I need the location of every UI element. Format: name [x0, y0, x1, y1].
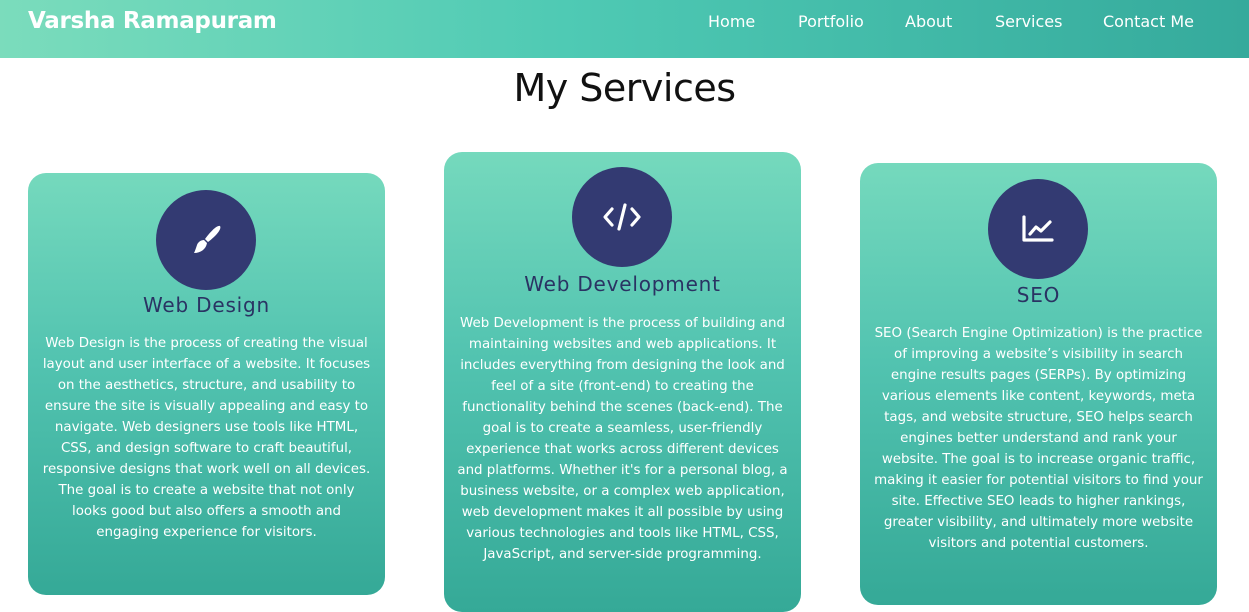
- service-description: SEO (Search Engine Optimization) is the …: [874, 326, 1203, 551]
- icon-circle: [572, 167, 672, 267]
- service-title: Web Development: [524, 272, 721, 296]
- service-card-web-development: Web Development Web Development is the p…: [444, 152, 801, 612]
- top-navbar: Varsha Ramapuram Home Portfolio About Se…: [0, 0, 1249, 58]
- service-card-web-design: Web Design Web Design is the process of …: [28, 173, 385, 595]
- service-description: Web Design is the process of creating th…: [42, 336, 371, 540]
- nav-link-home[interactable]: Home: [708, 12, 755, 31]
- nav-link-portfolio[interactable]: Portfolio: [798, 12, 864, 31]
- service-title: SEO: [1016, 283, 1061, 307]
- service-title: Web Design: [142, 293, 270, 317]
- icon-circle: [988, 179, 1088, 279]
- nav-link-about[interactable]: About: [905, 12, 952, 31]
- service-card-seo: SEO SEO (Search Engine Optimization) is …: [860, 163, 1217, 605]
- chart-line-icon: [1022, 215, 1054, 242]
- site-brand[interactable]: Varsha Ramapuram: [28, 8, 277, 34]
- paint-brush-icon: [194, 225, 221, 253]
- nav-link-services[interactable]: Services: [995, 12, 1062, 31]
- code-icon: [603, 203, 641, 231]
- service-description: Web Development is the process of buildi…: [457, 316, 788, 562]
- nav-link-contact-me[interactable]: Contact Me: [1103, 12, 1194, 31]
- page-title: My Services: [513, 66, 736, 110]
- icon-circle: [156, 190, 256, 290]
